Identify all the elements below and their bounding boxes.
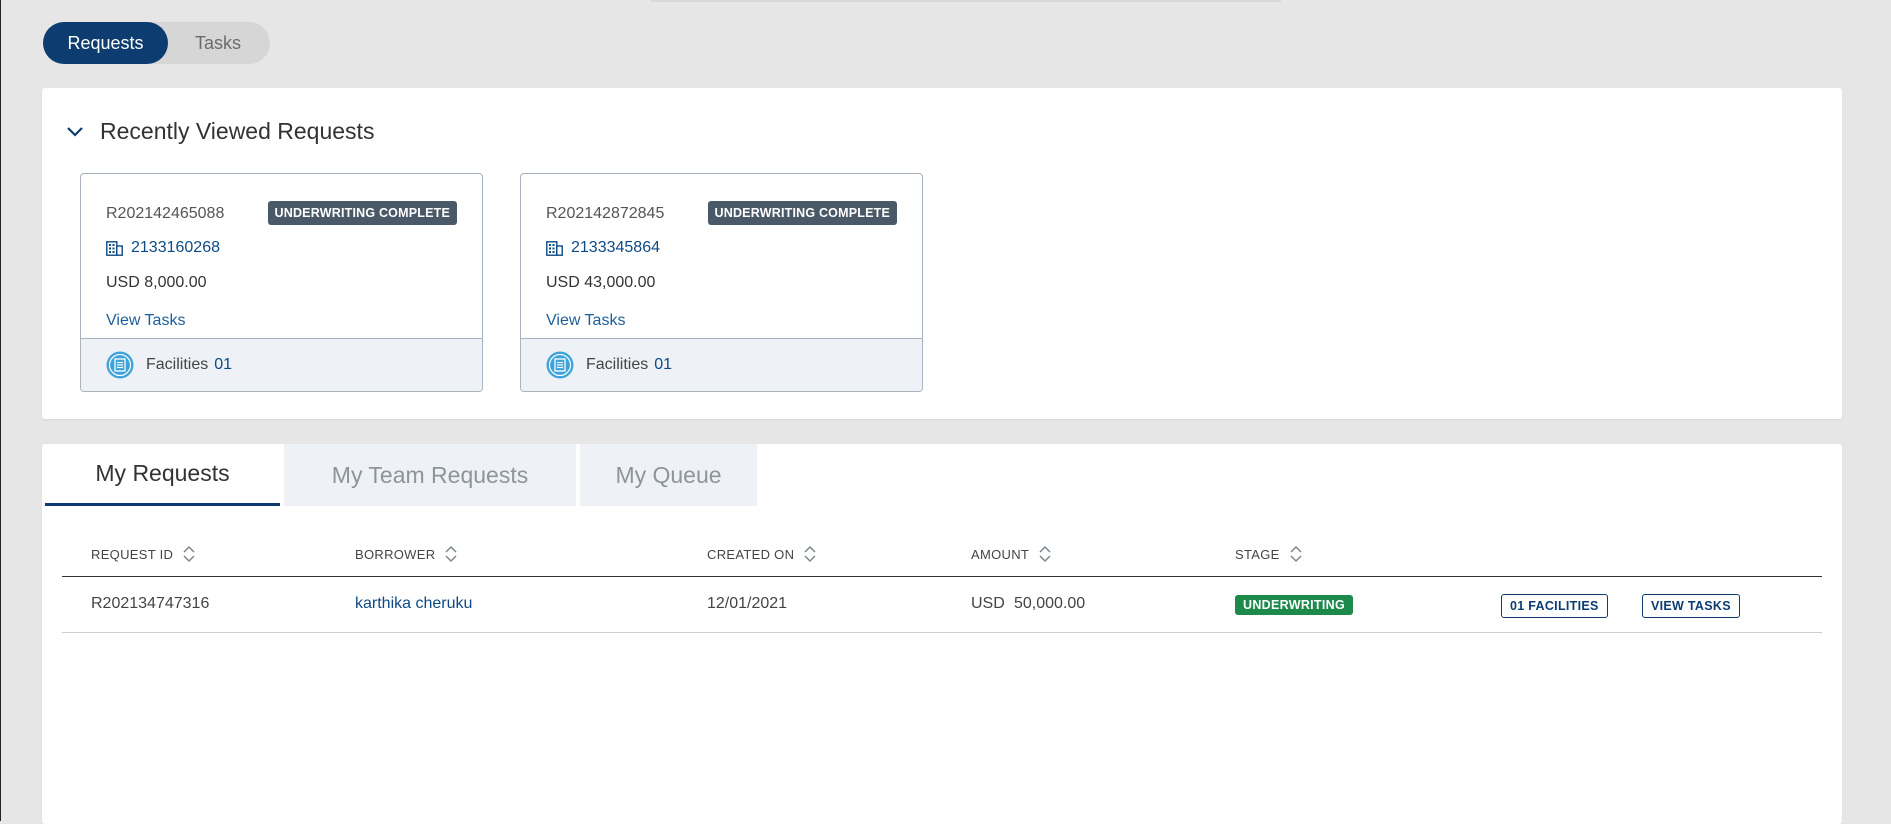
document-icon: [546, 351, 574, 379]
status-badge: UNDERWRITING COMPLETE: [707, 201, 897, 225]
facilities-count[interactable]: 01: [214, 356, 232, 374]
sort-icon[interactable]: [443, 544, 459, 564]
status-badge: UNDERWRITING COMPLETE: [267, 201, 457, 225]
facilities-label: Facilities: [586, 356, 649, 373]
card-request-id: R202142465088: [106, 205, 225, 222]
borrower-id-link[interactable]: 2133160268: [131, 239, 220, 257]
recent-request-card: R202142465088 UNDERWRITING COMPLETE 2133…: [80, 173, 483, 392]
column-header-borrower[interactable]: BORROWER: [355, 544, 459, 564]
sort-icon[interactable]: [1037, 544, 1053, 564]
table-header: REQUEST ID BORROWER CREATED ON AMOUNT ST…: [62, 534, 1822, 577]
tab-my-requests[interactable]: My Requests: [45, 444, 280, 506]
toggle-tasks[interactable]: Tasks: [168, 22, 268, 64]
view-tasks-link[interactable]: View Tasks: [546, 312, 625, 330]
view-tasks-button[interactable]: VIEW TASKS: [1642, 594, 1740, 618]
card-footer: Facilities 01: [521, 338, 922, 391]
top-bar-shadow: [651, 0, 1281, 2]
tab-my-team-requests[interactable]: My Team Requests: [284, 444, 576, 506]
tab-my-queue[interactable]: My Queue: [580, 444, 757, 506]
card-request-id: R202142872845: [546, 205, 665, 222]
view-toggle: Requests Tasks: [43, 22, 270, 64]
column-header-label: BORROWER: [355, 546, 436, 562]
card-borrower[interactable]: 2133160268: [106, 239, 220, 257]
building-icon: [546, 240, 563, 256]
column-header-created-on[interactable]: CREATED ON: [707, 544, 818, 564]
chevron-down-icon[interactable]: [64, 121, 86, 143]
column-header-request-id[interactable]: REQUEST ID: [91, 544, 197, 564]
toggle-requests[interactable]: Requests: [43, 22, 168, 64]
column-header-stage[interactable]: STAGE: [1235, 544, 1304, 564]
view-tasks-link[interactable]: View Tasks: [106, 312, 185, 330]
column-header-label: AMOUNT: [971, 546, 1030, 562]
cell-request-id: R202134747316: [91, 595, 210, 612]
column-header-amount[interactable]: AMOUNT: [971, 544, 1053, 564]
table-row: R202134747316 karthika cheruku 12/01/202…: [62, 577, 1822, 633]
tab-bar: My Requests My Team Requests My Queue: [45, 444, 761, 506]
cell-created-on: 12/01/2021: [707, 595, 788, 612]
stage-badge: UNDERWRITING: [1235, 595, 1353, 615]
cell-currency: USD: [971, 595, 1005, 612]
recently-viewed-panel: Recently Viewed Requests R202142465088 U…: [42, 88, 1842, 419]
building-icon: [106, 240, 123, 256]
card-amount: USD 43,000.00: [546, 274, 656, 291]
card-footer: Facilities 01: [81, 338, 482, 391]
requests-list-panel: My Requests My Team Requests My Queue RE…: [42, 444, 1842, 824]
column-header-label: CREATED ON: [707, 546, 795, 562]
facilities-button[interactable]: 01 FACILITIES: [1501, 594, 1608, 618]
borrower-id-link[interactable]: 2133345864: [571, 239, 660, 257]
document-icon: [106, 351, 134, 379]
column-header-label: STAGE: [1235, 546, 1280, 562]
column-header-label: REQUEST ID: [91, 546, 174, 562]
card-amount: USD 8,000.00: [106, 274, 207, 291]
recently-viewed-header[interactable]: Recently Viewed Requests: [64, 118, 374, 145]
sort-icon[interactable]: [181, 544, 197, 564]
sort-icon[interactable]: [802, 544, 818, 564]
recent-request-card: R202142872845 UNDERWRITING COMPLETE 2133…: [520, 173, 923, 392]
facilities-label: Facilities: [146, 356, 209, 373]
cell-borrower-link[interactable]: karthika cheruku: [355, 595, 472, 613]
facilities-count[interactable]: 01: [654, 356, 672, 374]
cell-amount: 50,000.00: [1014, 595, 1086, 612]
sort-icon[interactable]: [1288, 544, 1304, 564]
section-title: Recently Viewed Requests: [100, 118, 375, 144]
card-borrower[interactable]: 2133345864: [546, 239, 660, 257]
